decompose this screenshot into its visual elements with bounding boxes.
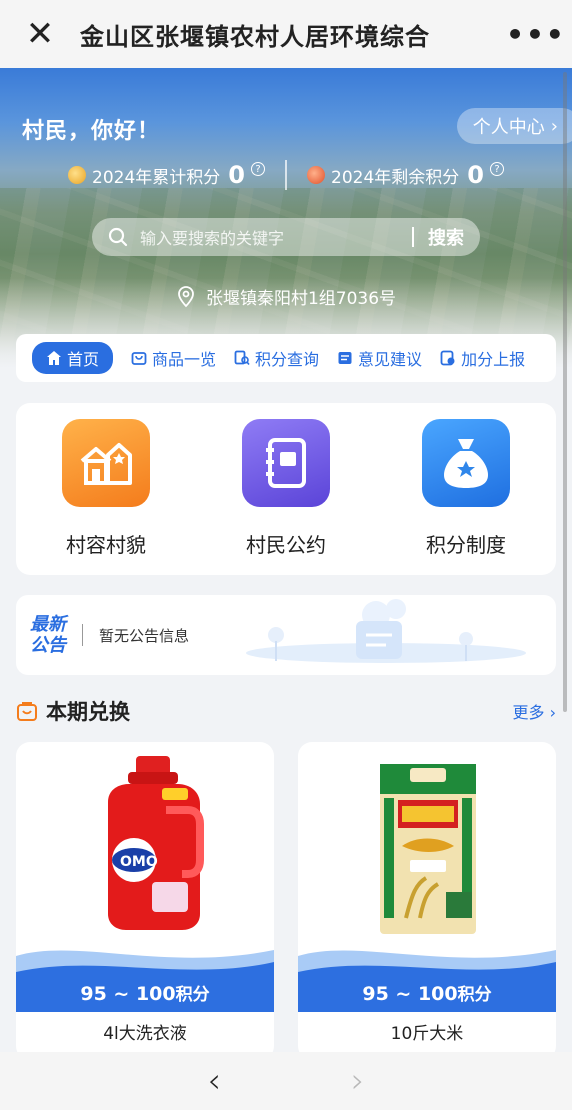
hero-banner: 村民，你好！ 个人中心 › 2024年累计积分 0 ? 2024年剩余积分 0 … xyxy=(0,68,572,368)
user-center-label: 个人中心 xyxy=(472,117,545,138)
page-title: 金山区张堰镇农村人居环境综合 xyxy=(80,22,430,51)
remaining-points: 2024年剩余积分 0 ? xyxy=(307,161,504,189)
shop-icon xyxy=(131,352,147,365)
cumulative-points-value: 0 xyxy=(228,161,245,189)
address: 张堰镇秦阳村1组7036号 xyxy=(0,284,572,309)
help-icon[interactable]: ? xyxy=(251,162,265,176)
product-card[interactable]: 95 ~ 100积分 10斤大米 xyxy=(298,742,556,1060)
points-summary: 2024年累计积分 0 ? 2024年剩余积分 0 ? xyxy=(0,160,572,190)
cumulative-points: 2024年累计积分 0 ? xyxy=(68,161,265,189)
product-name: 10斤大米 xyxy=(390,1024,464,1044)
tab-points-query[interactable]: 积分查询 xyxy=(234,346,319,370)
money-bag-icon xyxy=(422,419,510,507)
rice-bag-image xyxy=(380,764,476,934)
feedback-icon xyxy=(338,352,352,364)
back-arrow-icon[interactable]: ‹ xyxy=(207,1061,221,1101)
medal-icon xyxy=(307,166,325,184)
village-icon xyxy=(62,419,150,507)
feature-points-system[interactable]: 积分制度 xyxy=(386,419,546,575)
tab-home[interactable]: 首页 xyxy=(32,342,114,374)
chevron-right-icon: › xyxy=(550,115,558,137)
section-title: 本期兑换 xyxy=(46,700,130,724)
tab-report[interactable]: 加分上报 xyxy=(440,346,525,370)
feature-grid: 村容村貌 村民公约 积分制度 xyxy=(16,403,556,575)
remaining-points-label: 2024年剩余积分 xyxy=(331,167,460,188)
feature-label: 村民公约 xyxy=(246,533,326,557)
medal-icon xyxy=(68,166,87,184)
greeting: 村民，你好！ xyxy=(22,119,161,144)
feature-label: 村容村貌 xyxy=(66,533,146,557)
cumulative-points-label: 2024年累计积分 xyxy=(92,167,221,188)
search-icon xyxy=(108,227,128,247)
home-icon xyxy=(47,351,61,365)
browser-nav-bar: ‹ › xyxy=(0,1052,572,1110)
search-input[interactable]: 输入要搜索的关键字 xyxy=(140,225,412,249)
report-icon xyxy=(440,350,455,366)
gift-bag-icon xyxy=(17,702,37,721)
announcement-illustration xyxy=(246,599,526,663)
scrollbar[interactable] xyxy=(563,72,567,712)
nav-tabs: 首页 商品一览 积分查询 意见建议 加分上报 xyxy=(16,334,556,382)
help-icon[interactable]: ? xyxy=(489,162,504,176)
feature-village[interactable]: 村容村貌 xyxy=(26,419,186,575)
search-button[interactable]: 搜索 xyxy=(428,224,464,250)
tab-label: 商品一览 xyxy=(152,350,217,369)
exchange-section-header: 本期兑换 更多 › xyxy=(16,695,556,727)
announcement-bar[interactable]: 最新 公告 暂无公告信息 xyxy=(16,595,556,675)
announcement-tag: 最新 公告 xyxy=(30,614,66,656)
notebook-icon xyxy=(242,419,330,507)
product-card[interactable]: OMO 95 ~ 100积分 4l大洗衣液 xyxy=(16,742,274,1060)
price-label: 95 ~ 100积分 xyxy=(362,983,492,1005)
tab-label: 加分上报 xyxy=(461,350,526,369)
search-bar[interactable]: 输入要搜索的关键字 搜索 xyxy=(92,218,480,256)
more-link[interactable]: 更多 › xyxy=(513,699,557,723)
tab-label: 意见建议 xyxy=(358,350,423,369)
divider xyxy=(285,160,287,190)
title-bar: ✕ 金山区张堰镇农村人居环境综合 ••• xyxy=(0,0,572,68)
feature-label: 积分制度 xyxy=(426,533,506,557)
points-query-icon xyxy=(234,350,250,365)
user-center-button[interactable]: 个人中心 › xyxy=(456,108,572,144)
tab-feedback[interactable]: 意见建议 xyxy=(337,346,422,370)
svg-text:OMO: OMO xyxy=(120,854,158,870)
detergent-image: OMO xyxy=(108,756,204,930)
price-label: 95 ~ 100积分 xyxy=(80,983,210,1005)
tab-label: 首页 xyxy=(67,350,100,369)
close-icon[interactable]: ✕ xyxy=(0,0,80,68)
tab-label: 积分查询 xyxy=(255,350,320,369)
address-text: 张堰镇秦阳村1组7036号 xyxy=(205,289,397,309)
more-dots-icon[interactable]: ••• xyxy=(500,0,572,68)
location-pin-icon xyxy=(178,285,194,307)
announcement-text: 暂无公告信息 xyxy=(99,626,190,645)
feature-convention[interactable]: 村民公约 xyxy=(206,419,366,575)
tab-products[interactable]: 商品一览 xyxy=(131,346,216,370)
forward-arrow-icon[interactable]: › xyxy=(351,1061,365,1101)
remaining-points-value: 0 xyxy=(467,161,484,189)
product-name: 4l大洗衣液 xyxy=(103,1024,187,1044)
